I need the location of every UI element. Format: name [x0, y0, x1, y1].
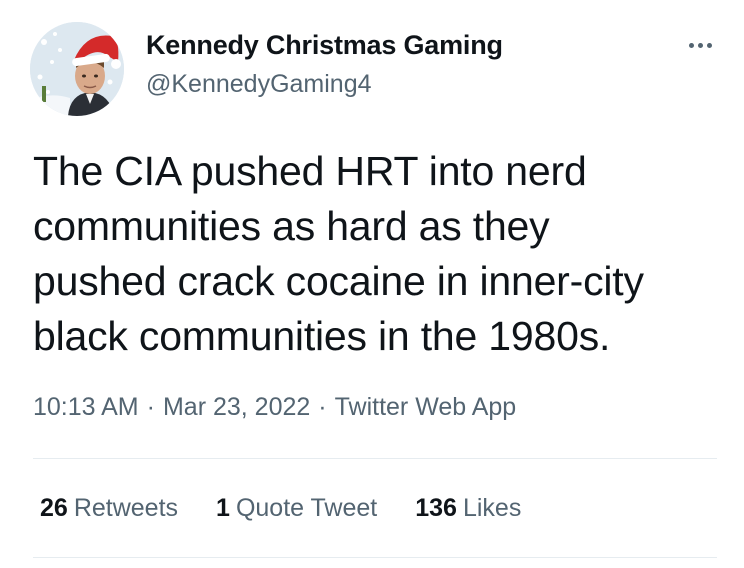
display-name[interactable]: Kennedy Christmas Gaming [146, 30, 503, 61]
more-options-icon[interactable] [680, 30, 720, 60]
retweets-count: 26 [40, 494, 68, 522]
retweets-label: Retweets [73, 494, 179, 522]
likes-count: 136 [415, 494, 457, 522]
likes-label: Likes [462, 494, 522, 522]
dot-icon [697, 42, 703, 48]
tweet-text-line: communities as hard as they [33, 203, 550, 249]
dot-icon [688, 42, 694, 48]
tweet-card: Kennedy Christmas Gaming @KennedyGaming4… [0, 0, 744, 568]
tweet-text-line: pushed crack cocaine in inner-city [33, 258, 644, 304]
separator: · [318, 393, 327, 421]
likes-stat[interactable]: 136 Likes [415, 494, 521, 523]
tweet-date[interactable]: Mar 23, 2022 [163, 393, 310, 421]
tweet-text-line: The CIA pushed HRT into nerd [33, 148, 587, 194]
quote-tweets-stat[interactable]: 1 Quote Tweet [216, 494, 377, 523]
tweet-text: The CIA pushed HRT into nerd communities… [33, 144, 723, 364]
quote-tweets-label: Quote Tweet [235, 494, 378, 522]
user-handle[interactable]: @KennedyGaming4 [146, 70, 372, 99]
tweet-time[interactable]: 10:13 AM [33, 393, 139, 421]
tweet-text-line: black communities in the 1980s. [33, 313, 611, 359]
separator: · [146, 393, 155, 421]
divider [33, 557, 717, 558]
divider [33, 458, 717, 459]
dot-icon [706, 42, 712, 48]
avatar[interactable] [30, 22, 124, 116]
tweet-metadata: 10:13 AM · Mar 23, 2022 · Twitter Web App [33, 393, 516, 422]
engagement-stats: 26 Retweets 1 Quote Tweet 136 Likes [40, 494, 521, 523]
quote-tweets-count: 1 [216, 494, 230, 522]
tweet-source[interactable]: Twitter Web App [335, 393, 517, 421]
retweets-stat[interactable]: 26 Retweets [40, 494, 178, 523]
santa-hat-portrait-icon [30, 22, 124, 116]
